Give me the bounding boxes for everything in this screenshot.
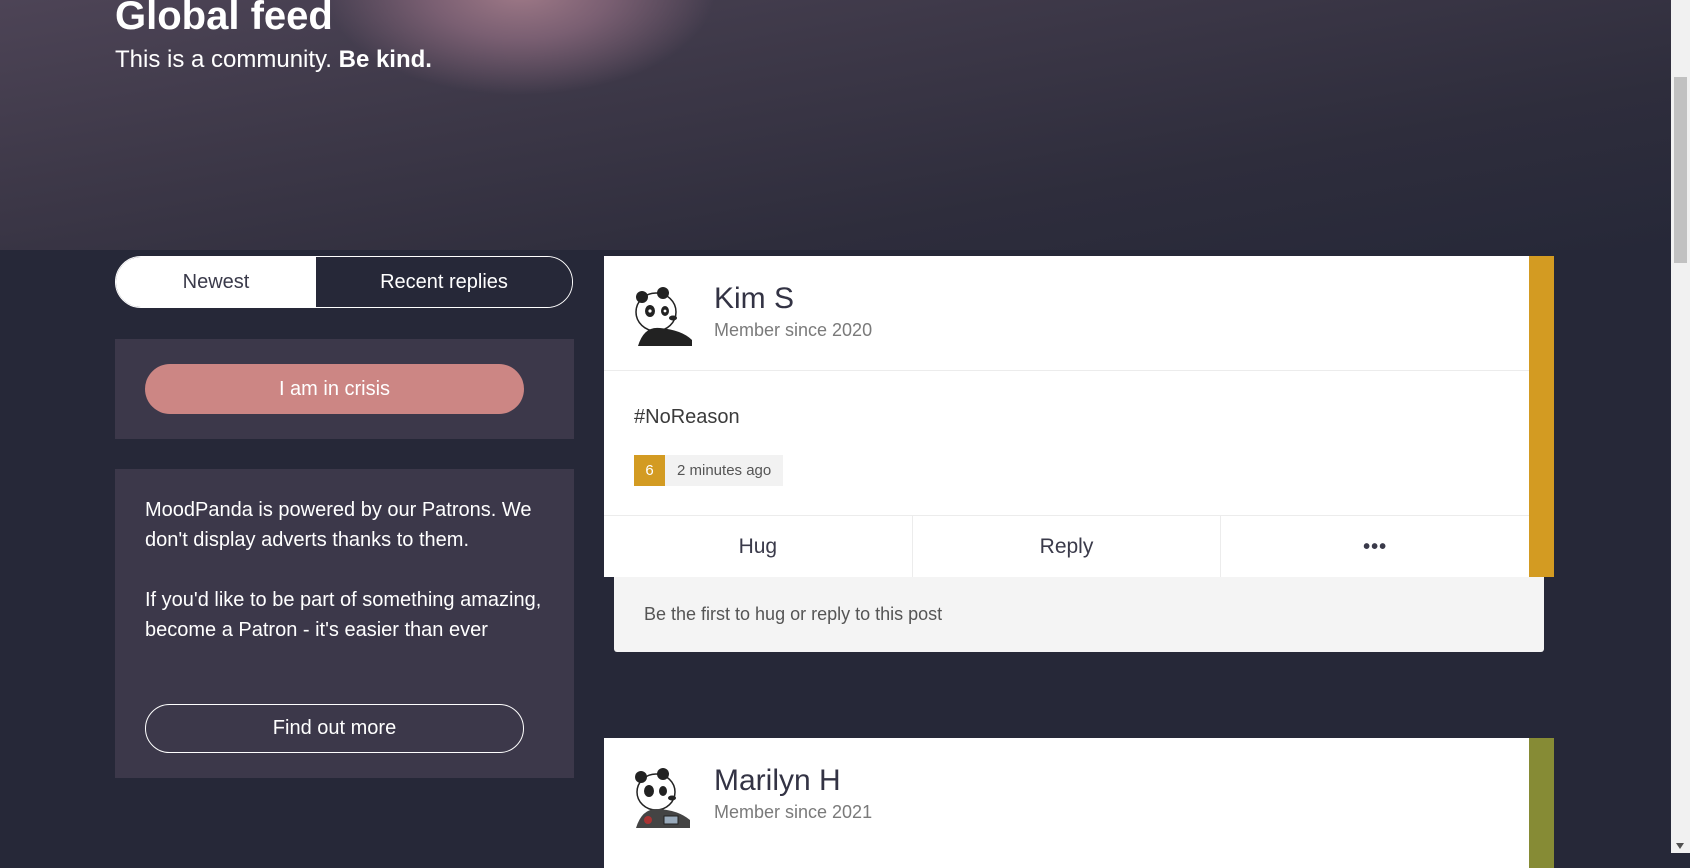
- scrollbar-thumb[interactable]: [1674, 77, 1687, 263]
- hero-banner: Global feed This is a community. Be kind…: [0, 0, 1671, 250]
- feed-sort-toggle: Newest Recent replies: [115, 256, 573, 308]
- reply-button[interactable]: Reply: [911, 516, 1221, 578]
- post-text: #NoReason: [634, 406, 740, 428]
- crisis-panel: I am in crisis: [115, 339, 574, 439]
- post-meta: 6 2 minutes ago: [634, 455, 784, 486]
- panda-avatar-icon[interactable]: [630, 764, 696, 830]
- author-name[interactable]: Marilyn H: [714, 764, 841, 798]
- hug-button[interactable]: Hug: [604, 516, 912, 578]
- replies-box: Be the first to hug or reply to this pos…: [614, 577, 1544, 652]
- page-title: Global feed: [115, 0, 333, 38]
- patron-cta-text: If you'd like to be part of something am…: [145, 589, 542, 641]
- replies-empty-note: Be the first to hug or reply to this pos…: [644, 604, 943, 624]
- member-since: Member since 2020: [714, 320, 873, 340]
- find-out-more-button[interactable]: Find out more: [145, 704, 524, 753]
- sort-newest-option[interactable]: Newest: [116, 257, 316, 307]
- scroll-down-arrow-icon[interactable]: [1676, 843, 1684, 849]
- post-timestamp: 2 minutes ago: [665, 455, 784, 486]
- patron-info-text: MoodPanda is powered by our Patrons. We …: [145, 499, 532, 551]
- sort-recent-replies-option[interactable]: Recent replies: [316, 257, 572, 307]
- page-scrollbar[interactable]: [1671, 0, 1690, 853]
- post-card: Kim S Member since 2020 #NoReason 6 2 mi…: [604, 256, 1554, 578]
- post-header: Kim S Member since 2020: [604, 256, 1529, 371]
- panda-avatar-icon[interactable]: [630, 282, 696, 348]
- page-subtitle: This is a community. Be kind.: [115, 46, 432, 74]
- patron-panel: MoodPanda is powered by our Patrons. We …: [115, 469, 574, 778]
- crisis-button[interactable]: I am in crisis: [145, 364, 524, 414]
- mood-color-strip: [1529, 738, 1554, 868]
- post-actions: Hug Reply •••: [604, 515, 1529, 578]
- author-name[interactable]: Kim S: [714, 282, 794, 316]
- post-header: Marilyn H Member since 2021: [604, 738, 1529, 852]
- post-card: Marilyn H Member since 2021: [604, 738, 1554, 868]
- subtitle-text: This is a community.: [115, 46, 332, 73]
- subtitle-emphasis: Be kind.: [338, 46, 432, 73]
- more-options-icon[interactable]: •••: [1220, 516, 1529, 578]
- mood-color-strip: [1529, 256, 1554, 577]
- mood-score-badge: 6: [634, 455, 665, 486]
- member-since: Member since 2021: [714, 802, 873, 822]
